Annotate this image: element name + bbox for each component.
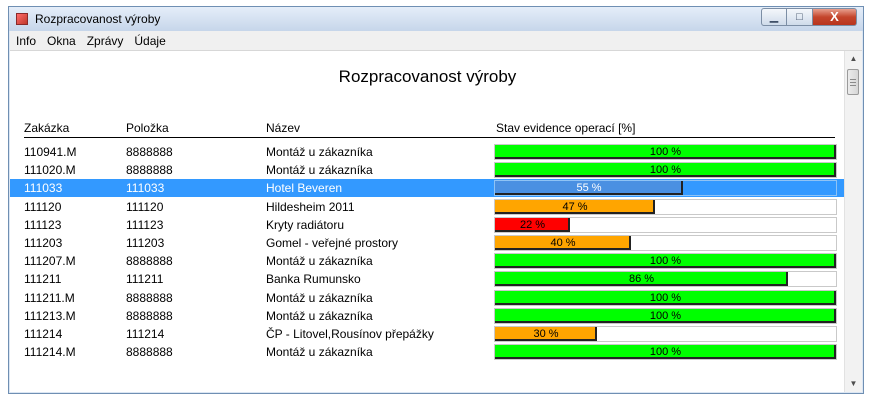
scroll-down-icon[interactable]: ▼ <box>845 376 862 392</box>
cell-polozka: 8888888 <box>126 345 173 360</box>
cell-zakazka: 111213.M <box>24 308 76 323</box>
table-row[interactable]: 111213.M 8888888 Montáž u zákazníka 100 % <box>10 307 845 325</box>
cell-zakazka: 111203 <box>24 236 63 250</box>
cell-polozka: 111123 <box>126 217 164 232</box>
cell-polozka: 111203 <box>126 236 165 250</box>
grip-line <box>850 79 856 80</box>
progress-label: 100 % <box>649 291 682 304</box>
progress-bar: 40 % <box>494 235 837 251</box>
app-window: Rozpracovanost výroby ▁ □ X Info Okna Zp… <box>8 6 864 394</box>
report-area: Rozpracovanost výroby Zakázka Položka Ná… <box>10 51 845 392</box>
cell-nazev: Montáž u zákazníka <box>266 254 373 269</box>
menu-okna[interactable]: Okna <box>41 34 81 48</box>
progress-bar: 30 % <box>494 326 837 342</box>
window-title: Rozpracovanost výroby <box>35 12 161 26</box>
cell-zakazka: 111214 <box>24 327 63 341</box>
cell-zakazka: 110941.M <box>24 145 77 159</box>
progress-label: 30 % <box>533 328 559 340</box>
menu-info[interactable]: Info <box>10 34 41 48</box>
cell-zakazka: 111020.M <box>24 163 76 178</box>
cell-zakazka: 111211.M <box>24 290 75 305</box>
table-row[interactable]: 111214.M 8888888 Montáž u zákazníka 100 % <box>10 343 845 361</box>
progress-bar: 100 % <box>494 289 837 306</box>
minimize-button[interactable]: ▁ <box>761 8 787 26</box>
scroll-thumb[interactable] <box>847 69 859 95</box>
column-header-polozka: Položka <box>126 121 169 135</box>
cell-zakazka: 111120 <box>24 199 62 214</box>
column-header-zakazka: Zakázka <box>24 121 70 135</box>
table-row[interactable]: 110941.M 8888888 Montáž u zákazníka 100 % <box>10 143 845 161</box>
table-row[interactable]: 111033 111033 Hotel Beveren 55 % <box>10 179 845 198</box>
progress-bar: 100 % <box>494 307 837 324</box>
cell-nazev: Montáž u zákazníka <box>266 145 373 159</box>
close-button[interactable]: X <box>813 8 857 26</box>
menu-zpravy[interactable]: Zprávy <box>81 34 129 48</box>
progress-bar: 100 % <box>494 144 837 160</box>
table-row[interactable]: 111120 111120 Hildesheim 2011 47 % <box>10 198 845 216</box>
cell-nazev: Montáž u zákazníka <box>266 345 373 360</box>
cell-zakazka: 111211 <box>24 272 62 287</box>
table-row[interactable]: 111207.M 8888888 Montáž u zákazníka 100 % <box>10 252 845 270</box>
cell-zakazka: 111214.M <box>24 345 76 360</box>
cell-nazev: Gomel - veřejné prostory <box>266 236 399 250</box>
progress-bar: 100 % <box>494 162 837 179</box>
cell-polozka: 8888888 <box>126 145 173 159</box>
title-bar[interactable]: Rozpracovanost výroby ▁ □ X <box>9 7 863 31</box>
header-divider <box>24 137 835 138</box>
cell-nazev: ČP - Litovel,Rousínov přepážky <box>266 327 434 341</box>
progress-bar: 86 % <box>494 271 837 288</box>
progress-bar: 100 % <box>494 344 837 361</box>
cell-polozka: 111214 <box>126 327 165 341</box>
cell-nazev: Hildesheim 2011 <box>266 199 355 214</box>
progress-label: 100 % <box>649 146 682 158</box>
table-row[interactable]: 111214 111214 ČP - Litovel,Rousínov přepáž… <box>10 325 845 343</box>
cell-polozka: 8888888 <box>126 308 173 323</box>
progress-label: 100 % <box>649 255 682 268</box>
cell-polozka: 111120 <box>126 199 164 214</box>
cell-polozka: 8888888 <box>126 163 173 178</box>
maximize-button[interactable]: □ <box>787 8 813 26</box>
cell-zakazka: 111123 <box>24 217 62 232</box>
report-title: Rozpracovanost výroby <box>338 67 517 86</box>
cell-nazev: Montáž u zákazníka <box>266 290 373 305</box>
progress-label: 40 % <box>550 237 576 249</box>
table-row[interactable]: 111211 111211 Banka Rumunsko 86 % <box>10 270 845 288</box>
table-row[interactable]: 111211.M 8888888 Montáž u zákazníka 100 % <box>10 289 845 307</box>
cell-nazev: Montáž u zákazníka <box>266 308 373 323</box>
progress-label: 86 % <box>628 273 655 286</box>
progress-bar: 47 % <box>494 198 837 215</box>
table-row[interactable]: 111203 111203 Gomel - veřejné prostory 40 % <box>10 234 845 252</box>
progress-label: 22 % <box>519 218 546 231</box>
cell-polozka: 8888888 <box>126 290 173 305</box>
app-icon <box>16 13 28 25</box>
window-controls: ▁ □ X <box>761 8 857 26</box>
cell-nazev: Montáž u zákazníka <box>266 163 373 178</box>
column-header-nazev: Název <box>266 121 301 135</box>
menu-bar: Info Okna Zprávy Údaje <box>10 31 862 51</box>
cell-nazev: Hotel Beveren <box>266 181 343 196</box>
progress-bar: 22 % <box>494 216 837 233</box>
cell-zakazka: 111207.M <box>24 254 76 269</box>
cell-polozka: 8888888 <box>126 254 173 269</box>
progress-label: 100 % <box>649 164 682 177</box>
progress-bar: 55 % <box>494 180 837 197</box>
cell-nazev: Banka Rumunsko <box>266 272 361 287</box>
cell-polozka: 111211 <box>126 272 164 287</box>
menu-udaje[interactable]: Údaje <box>128 34 170 48</box>
scroll-up-icon[interactable]: ▲ <box>845 51 862 67</box>
grip-line <box>850 85 856 86</box>
progress-label: 100 % <box>649 346 682 359</box>
grip-line <box>850 82 856 83</box>
progress-bar: 100 % <box>494 253 837 270</box>
progress-label: 55 % <box>576 182 602 195</box>
progress-label: 47 % <box>562 200 588 213</box>
cell-zakazka: 111033 <box>24 181 63 196</box>
table-row[interactable]: 111020.M 8888888 Montáž u zákazníka 100 % <box>10 161 845 179</box>
table-row[interactable]: 111123 111123 Kryty radiátoru 22 % <box>10 216 845 234</box>
progress-label: 100 % <box>649 309 682 322</box>
vertical-scrollbar[interactable]: ▲ ▼ <box>844 51 862 392</box>
cell-nazev: Kryty radiátoru <box>266 217 345 232</box>
column-header-stav: Stav evidence operací [%] <box>496 121 636 135</box>
cell-polozka: 111033 <box>126 181 165 196</box>
